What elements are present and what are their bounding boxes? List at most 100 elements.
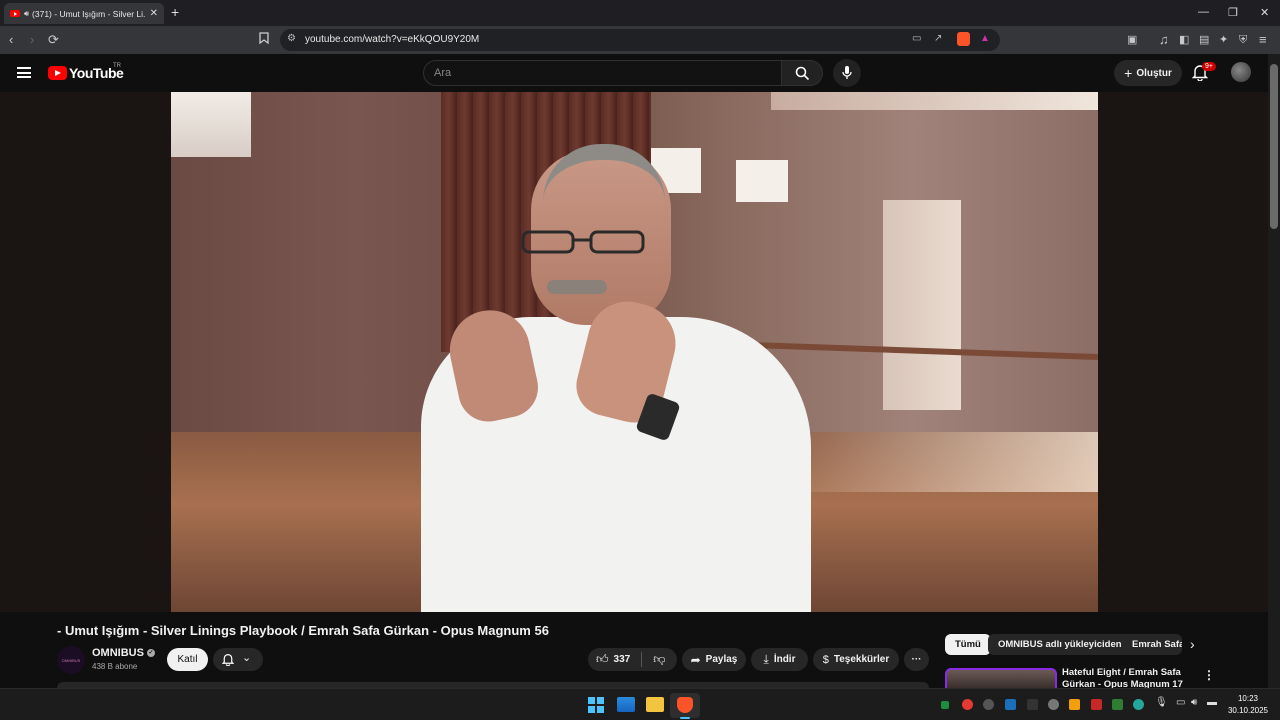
- brave-browser-icon[interactable]: [677, 697, 693, 713]
- video-ceiling-light: [771, 92, 1098, 110]
- leo-ai-icon[interactable]: ✦: [1219, 32, 1228, 48]
- join-button[interactable]: Katıl: [167, 648, 208, 671]
- bookmark-icon[interactable]: [259, 32, 269, 49]
- search-button[interactable]: [781, 60, 823, 86]
- tray-antivirus-icon[interactable]: [1091, 699, 1102, 710]
- tray-record-icon[interactable]: [962, 699, 973, 710]
- voice-search-button[interactable]: [833, 59, 861, 87]
- search-box: [423, 60, 782, 86]
- search-icon: [795, 66, 810, 81]
- new-tab-button[interactable]: +: [171, 4, 179, 20]
- windows-taskbar: 🎙︎ ▭ 🔊︎ ▬ 10:23 30.10.2025: [0, 688, 1280, 720]
- recommendation-menu-icon[interactable]: ⋮: [1203, 668, 1215, 682]
- video-title: - Umut Işığım - Silver Linings Playbook …: [57, 623, 549, 638]
- tray-settings-icon[interactable]: [1048, 699, 1059, 710]
- tray-volume-icon[interactable]: 🔊︎: [1191, 697, 1197, 708]
- tray-battery-icon[interactable]: ▬: [1207, 697, 1217, 708]
- tray-nvidia-icon[interactable]: [941, 701, 949, 709]
- tray-shield-icon[interactable]: [1112, 699, 1123, 710]
- chip-from-uploader[interactable]: OMNIBUS adlı yükleyiciden: [988, 634, 1132, 655]
- tray-mic-icon[interactable]: 🎙︎: [1155, 697, 1168, 708]
- video-window-right: [736, 160, 788, 202]
- thumbs-up-icon: 👍︎: [596, 652, 609, 666]
- download-button[interactable]: ⤓ İndir: [751, 648, 808, 671]
- recommendation-thumbnail[interactable]: [945, 668, 1057, 688]
- chips-next-icon[interactable]: ›: [1190, 636, 1195, 652]
- brave-rewards-icon[interactable]: ▲: [980, 33, 990, 44]
- scrollbar-thumb[interactable]: [1270, 64, 1278, 229]
- tray-network-app-icon[interactable]: [1133, 699, 1144, 710]
- dislike-button[interactable]: 👎︎: [653, 652, 665, 667]
- search-input[interactable]: [434, 67, 764, 79]
- sidebar-icon[interactable]: ◧: [1179, 32, 1189, 48]
- speaker-icon[interactable]: 🔊︎: [24, 9, 29, 19]
- share-button[interactable]: ➦ Paylaş: [682, 648, 746, 671]
- tab-title: (371) - Umut Işığım - Silver Li...: [32, 8, 146, 19]
- page-scrollbar[interactable]: [1268, 54, 1280, 688]
- clock-time[interactable]: 10:23: [1238, 694, 1258, 703]
- chevron-down-icon: ⌄: [242, 652, 252, 664]
- address-bar[interactable]: ⚙ youtube.com/watch?v=eKkQOU9Y20M ▭ ↗ ▲: [280, 29, 1000, 51]
- like-dislike-group: 👍︎ 337 👎︎: [588, 648, 677, 671]
- tray-app-icon[interactable]: [983, 699, 994, 710]
- share-page-icon[interactable]: ↗: [934, 33, 942, 44]
- reload-icon[interactable]: ⟳: [48, 32, 59, 48]
- menu-icon[interactable]: ≡: [1259, 32, 1267, 48]
- brave-shields-icon[interactable]: [957, 32, 970, 46]
- clock-date[interactable]: 30.10.2025: [1228, 706, 1268, 715]
- windows-start-icon[interactable]: [588, 697, 604, 713]
- create-button[interactable]: + Oluştur: [1114, 60, 1182, 86]
- video-player[interactable]: ✦: [171, 92, 1098, 612]
- hamburger-menu-icon[interactable]: [17, 67, 31, 78]
- tray-steam-icon[interactable]: [1005, 699, 1016, 710]
- download-label: İndir: [773, 654, 796, 665]
- cast-icon[interactable]: ▭: [912, 33, 921, 44]
- video-floor-glare: [811, 432, 1098, 492]
- download-icon: ⤓: [763, 652, 769, 666]
- user-avatar[interactable]: [1231, 62, 1251, 82]
- like-button[interactable]: 👍︎ 337: [596, 652, 630, 667]
- bell-icon: [222, 654, 234, 666]
- active-app-indicator: [680, 717, 690, 719]
- youtube-header: YouTube TR + Oluştur 9+: [0, 54, 1268, 92]
- notification-badge: 9+: [1202, 62, 1216, 71]
- tray-discord-icon[interactable]: [1027, 699, 1038, 710]
- like-count: 337: [613, 654, 631, 665]
- forward-icon[interactable]: ›: [30, 32, 34, 48]
- share-icon: ➦: [690, 652, 701, 667]
- share-label: Paylaş: [705, 654, 738, 665]
- country-code: TR: [113, 63, 121, 69]
- channel-name[interactable]: OMNIBUS ✓: [92, 647, 156, 659]
- media-icon[interactable]: ♫: [1159, 32, 1169, 48]
- microphone-icon: [842, 66, 852, 79]
- restore-button[interactable]: ❐: [1228, 6, 1238, 19]
- youtube-logo-icon[interactable]: [48, 66, 67, 80]
- browser-tab-active[interactable]: 🔊︎ (371) - Umut Işığım - Silver Li... ✕: [4, 3, 164, 24]
- widgets-icon[interactable]: [617, 697, 635, 712]
- back-icon[interactable]: ‹: [9, 32, 13, 48]
- tab-close-icon[interactable]: ✕: [150, 8, 158, 19]
- wallet-icon[interactable]: ▤: [1199, 32, 1209, 48]
- chip-all[interactable]: Tümü: [945, 634, 991, 655]
- plus-icon: +: [1124, 65, 1133, 81]
- video-window-left: [171, 92, 251, 157]
- thanks-icon: $: [822, 653, 829, 666]
- tray-security-icon[interactable]: [1069, 699, 1080, 710]
- subscribe-notification-button[interactable]: ⌄: [213, 648, 263, 671]
- window-close-button[interactable]: ✕: [1260, 6, 1269, 19]
- file-explorer-icon[interactable]: [646, 697, 664, 712]
- channel-avatar[interactable]: OMNIBUS: [57, 646, 85, 674]
- create-label: Oluştur: [1136, 67, 1172, 79]
- tray-wifi-icon[interactable]: ▭: [1176, 697, 1185, 708]
- minimize-button[interactable]: —: [1198, 6, 1209, 18]
- thanks-button[interactable]: $ Teşekkürler: [813, 648, 899, 671]
- thanks-label: Teşekkürler: [833, 654, 890, 665]
- vpn-icon[interactable]: ⛨: [1239, 32, 1247, 48]
- video-door: [883, 200, 961, 410]
- reading-mode-icon[interactable]: ▣: [1127, 32, 1137, 48]
- recommendation-title[interactable]: Hateful Eight / Emrah Safa Gürkan - Opus…: [1062, 667, 1192, 688]
- more-actions-button[interactable]: ···: [904, 648, 929, 671]
- chip-emrah-safa[interactable]: Emrah Safa: [1122, 634, 1182, 655]
- site-info-icon[interactable]: ⚙: [287, 33, 296, 44]
- url-text: youtube.com/watch?v=eKkQOU9Y20M: [305, 34, 480, 45]
